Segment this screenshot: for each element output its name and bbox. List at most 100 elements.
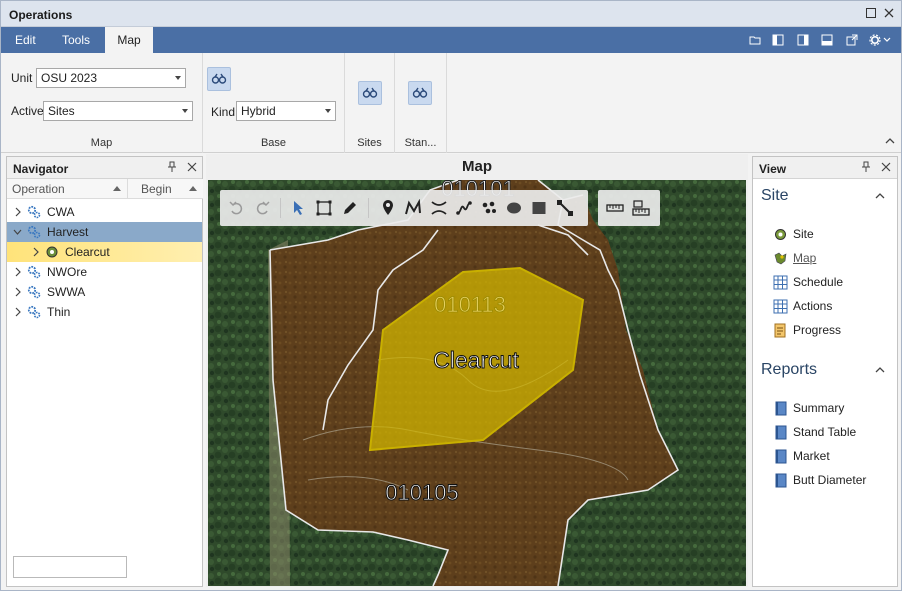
sites-view-button[interactable] — [358, 81, 382, 105]
navigator-panel: Navigator Operation Begin CWA Harvest Clea… — [6, 156, 203, 587]
ruler-icon[interactable] — [606, 199, 624, 217]
tree-row-nwore[interactable]: NWOre — [7, 262, 202, 282]
gears-icon — [27, 305, 41, 319]
view-item-label: Actions — [793, 299, 833, 313]
tree-row-thin[interactable]: Thin — [7, 302, 202, 322]
gears-icon — [27, 265, 41, 279]
pencil-icon[interactable] — [341, 199, 359, 217]
map-view[interactable]: 010101 010113 Clearcut 010105 — [208, 180, 746, 586]
stand-label-b: 010105 — [385, 480, 458, 505]
ribbon-group-base: Kind Hybrid Base — [203, 53, 345, 153]
window-title: Operations — [9, 8, 73, 22]
title-bar: Operations — [1, 1, 901, 27]
tab-edit[interactable]: Edit — [5, 27, 46, 53]
report-icon — [773, 473, 788, 488]
ribbon-group-stands: Stan... — [395, 53, 447, 153]
report-icon — [773, 449, 788, 464]
column-header-operation[interactable]: Operation — [7, 179, 128, 199]
measure-area-icon[interactable] — [632, 199, 650, 217]
pin-icon[interactable] — [859, 161, 873, 175]
close-icon[interactable] — [879, 161, 893, 175]
view-item-label: Summary — [793, 401, 845, 415]
select-vertices-icon[interactable] — [315, 199, 333, 217]
active-combo[interactable]: Sites — [43, 101, 193, 121]
active-label: Active — [11, 104, 44, 118]
chevron-down-icon — [182, 109, 188, 113]
tree-row-label: Harvest — [47, 225, 89, 239]
ribbon-group-sites-label: Sites — [357, 137, 382, 149]
path-icon[interactable] — [455, 199, 473, 217]
dock-left-icon[interactable] — [772, 34, 784, 46]
view-header: View — [753, 157, 897, 179]
sort-ascending-icon — [189, 186, 197, 191]
view-item-label: Market — [793, 449, 830, 463]
maximize-icon[interactable] — [863, 6, 879, 22]
report-icon — [773, 425, 788, 440]
ellipse-icon[interactable] — [505, 199, 523, 217]
popout-icon[interactable] — [846, 34, 858, 46]
tree-row-harvest[interactable]: Harvest — [7, 222, 202, 242]
chevron-up-icon[interactable] — [875, 190, 885, 204]
undo-icon[interactable] — [228, 199, 246, 217]
chevron-down-icon — [325, 109, 331, 113]
base-view-button[interactable] — [207, 67, 231, 91]
ribbon-group-map: Unit OSU 2023 Active Sites Map — [1, 53, 203, 153]
view-item-label: Site — [793, 227, 814, 241]
tree-row-cwa[interactable]: CWA — [7, 202, 202, 222]
column-header-begin[interactable]: Begin — [128, 179, 203, 199]
ribbon-group-base-label: Base — [260, 137, 287, 149]
collapse-ribbon-icon[interactable] — [885, 136, 895, 146]
grid-icon — [773, 275, 788, 290]
view-item-label: Progress — [793, 323, 842, 337]
resize-icon[interactable] — [556, 199, 574, 217]
folder-icon[interactable] — [749, 34, 761, 46]
map-pin-icon[interactable] — [379, 199, 397, 217]
unit-combo[interactable]: OSU 2023 — [36, 68, 186, 88]
rectangle-icon[interactable] — [530, 199, 548, 217]
split-icon[interactable] — [430, 199, 448, 217]
tree-row-swwa[interactable]: SWWA — [7, 282, 202, 302]
active-value: Sites — [48, 104, 75, 118]
tab-tools[interactable]: Tools — [52, 27, 100, 53]
gears-icon — [27, 205, 41, 219]
chevron-right-icon[interactable] — [13, 302, 23, 329]
points-icon[interactable] — [480, 199, 498, 217]
close-icon[interactable] — [185, 161, 199, 175]
tab-map[interactable]: Map — [105, 27, 153, 53]
draw-line-icon[interactable] — [404, 199, 422, 217]
ribbon: Unit OSU 2023 Active Sites Map Kind Hybr… — [1, 53, 901, 153]
kind-combo[interactable]: Hybrid — [236, 101, 336, 121]
map-edit-toolbar — [220, 190, 588, 226]
chevron-up-icon[interactable] — [875, 364, 885, 378]
column-header-begin-label: Begin — [141, 182, 172, 196]
redo-icon[interactable] — [253, 199, 271, 217]
navigator-title: Navigator — [13, 162, 69, 176]
site-icon — [45, 245, 59, 259]
chevron-down-icon — [175, 76, 181, 80]
tree-row-label: Thin — [47, 305, 71, 319]
dock-bottom-icon[interactable] — [821, 34, 833, 46]
map-title: Map — [462, 158, 492, 175]
view-item-label: Schedule — [793, 275, 844, 289]
map-measure-toolbar — [598, 190, 660, 226]
ribbon-group-map-label: Map — [90, 137, 113, 149]
dock-right-icon[interactable] — [797, 34, 809, 46]
navigator-search-input[interactable] — [13, 556, 127, 578]
tree-row-label: Clearcut — [65, 245, 110, 259]
binoculars-icon — [362, 87, 378, 98]
close-window-icon[interactable] — [881, 6, 897, 22]
map-canvas[interactable]: 010101 010113 Clearcut 010105 — [208, 180, 746, 586]
pin-icon[interactable] — [165, 161, 179, 175]
operations-window: Operations Edit Tools Map Unit OSU 2023 … — [0, 0, 902, 591]
tree-row-clearcut[interactable]: Clearcut — [7, 242, 202, 262]
report-icon — [773, 401, 788, 416]
ribbon-group-stands-label: Stan... — [404, 137, 437, 149]
select-arrow-icon[interactable] — [290, 199, 308, 217]
binoculars-icon — [412, 87, 428, 98]
gears-icon — [27, 225, 41, 239]
stand-label-a: 010113 — [434, 292, 506, 317]
settings-gear-icon[interactable] — [869, 34, 891, 46]
column-header-operation-label: Operation — [12, 182, 65, 196]
stands-view-button[interactable] — [408, 81, 432, 105]
site-icon — [773, 227, 788, 242]
